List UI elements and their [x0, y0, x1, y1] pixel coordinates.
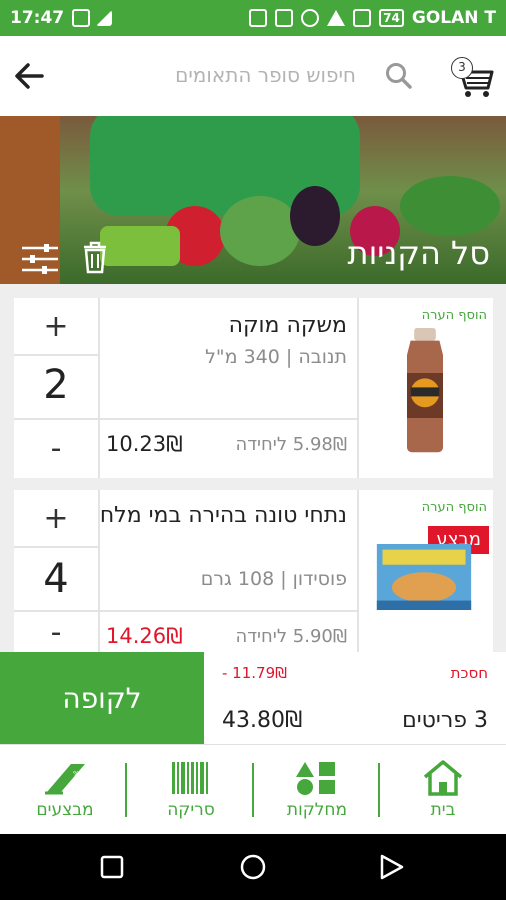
status-bar: 17:47 74 GOLAN T — [0, 0, 506, 36]
notification-icon — [275, 9, 294, 27]
search-header: חיפוש סופר התאומים 3 — [0, 36, 506, 116]
nav-item-scan[interactable]: סריקה — [136, 745, 246, 835]
search-input[interactable]: חיפוש סופר התאומים — [175, 63, 356, 87]
quantity-value: 4 — [43, 556, 69, 602]
cart-item: + 4 - נתחי טונה בהירה במי מלח פוסידון | … — [14, 490, 493, 652]
nav-item-deals[interactable]: % מבצעים — [10, 745, 120, 835]
cart-total: 43.80₪ — [222, 708, 303, 733]
nav-label: סריקה — [167, 800, 215, 820]
savings-value: - 11.79₪ — [222, 664, 287, 682]
product-image[interactable] — [374, 544, 474, 610]
banner-veg-eggplant — [290, 186, 340, 246]
decrease-quantity-button[interactable]: - — [14, 420, 98, 476]
recent-apps-icon[interactable] — [100, 855, 124, 879]
bottom-navigation: % מבצעים סריקה מחלקות בית — [0, 744, 506, 834]
decrease-quantity-button[interactable]: - — [14, 612, 98, 652]
unit-price: 5.90₪ ליחידה — [235, 626, 347, 647]
cart-summary: לקופה חסכת - 11.79₪ 3 פריטים 43.80₪ — [0, 652, 506, 744]
product-name[interactable]: משקה מוקה — [97, 310, 347, 342]
sale-tag-icon: % — [45, 764, 85, 795]
status-time: 17:47 — [10, 8, 65, 28]
nav-divider — [125, 763, 127, 817]
add-note-link[interactable]: הוסף הערה — [422, 500, 487, 515]
status-right: 74 GOLAN T — [249, 8, 496, 28]
banner-veg-greens — [400, 176, 500, 236]
system-navigation-bar — [0, 834, 506, 900]
page-title: סל הקניות — [347, 234, 490, 272]
increase-quantity-button[interactable]: + — [14, 298, 98, 354]
banner-veg-leek — [100, 226, 180, 266]
divider — [100, 610, 357, 612]
item-total-price: 14.26₪ — [106, 624, 183, 648]
nav-label: בית — [430, 800, 456, 820]
app-icon — [301, 9, 320, 27]
categories-icon — [296, 762, 335, 795]
cart-count-badge: 3 — [451, 57, 473, 79]
divider — [357, 490, 359, 652]
checkout-button[interactable]: לקופה — [0, 652, 204, 744]
item-total-price: 10.23₪ — [106, 432, 183, 456]
image-icon — [353, 9, 372, 27]
savings-label: חסכת — [450, 664, 488, 682]
signal-icon — [96, 10, 113, 26]
briefcase-icon — [249, 9, 268, 27]
cart-item: + 2 - משקה מוקה תנובה | 340 מ"ל 5.98₪ לי… — [14, 298, 493, 478]
carrier-name: GOLAN T — [411, 8, 496, 28]
back-triangle-icon[interactable] — [380, 854, 404, 880]
filter-settings-icon[interactable] — [20, 242, 60, 276]
quantity-value: 2 — [43, 362, 69, 408]
nav-divider — [378, 763, 380, 817]
triangle-app-icon — [327, 10, 346, 26]
battery-icon: 74 — [379, 9, 404, 27]
divider — [357, 298, 359, 478]
trash-icon[interactable] — [80, 240, 110, 274]
nav-divider — [252, 763, 254, 817]
divider — [100, 418, 357, 420]
nav-label: מבצעים — [36, 800, 94, 820]
svg-text:%: % — [73, 770, 80, 778]
search-icon[interactable] — [384, 61, 414, 91]
product-name[interactable]: נתחי טונה בהירה במי מלח — [97, 500, 347, 532]
barcode-icon — [172, 762, 208, 794]
add-note-link[interactable]: הוסף הערה — [422, 308, 487, 323]
home-circle-icon[interactable] — [240, 854, 266, 880]
nav-item-home[interactable]: בית — [388, 745, 498, 835]
product-image[interactable] — [398, 326, 452, 456]
items-count: 3 פריטים — [402, 708, 488, 733]
increase-quantity-button[interactable]: + — [14, 490, 98, 546]
nav-item-categories[interactable]: מחלקות — [262, 745, 372, 835]
home-icon — [423, 760, 463, 796]
status-icons — [72, 9, 113, 27]
nav-label: מחלקות — [286, 800, 348, 820]
product-description: תנובה | 340 מ"ל — [205, 346, 347, 368]
unit-price: 5.98₪ ליחידה — [235, 434, 347, 455]
banner-veg-broccoli — [220, 196, 300, 266]
divider — [14, 546, 98, 548]
cart-banner: סל הקניות — [0, 116, 506, 284]
battery-saver-icon — [72, 9, 91, 27]
product-description: פוסידון | 108 גרם — [200, 568, 347, 590]
back-arrow-icon[interactable] — [12, 58, 48, 94]
divider — [14, 354, 98, 356]
